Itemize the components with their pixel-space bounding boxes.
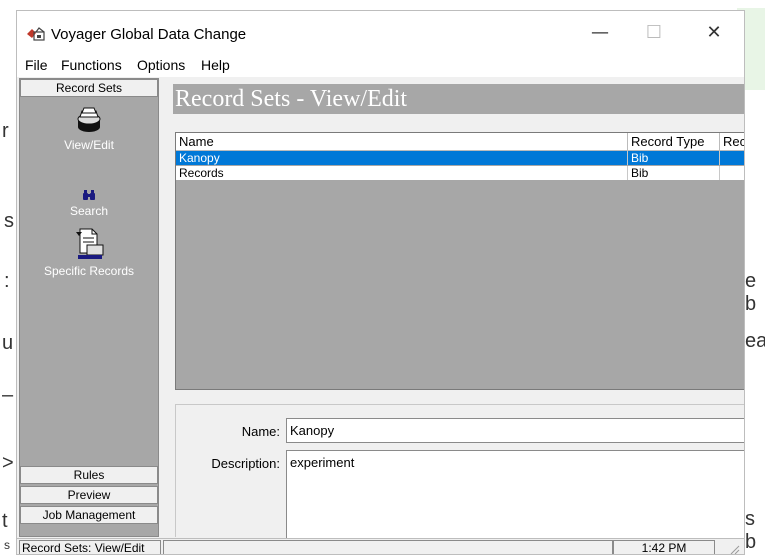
title-bar: Voyager Global Data Change — ☐ ✕	[17, 11, 744, 53]
table-header: Name Record Type Rec	[176, 133, 744, 151]
nav-search[interactable]: Search	[20, 189, 158, 218]
table-row[interactable]: Kanopy Bib	[176, 151, 744, 165]
background-text-5: –	[2, 384, 14, 406]
background-text-3: :	[4, 270, 10, 292]
background-text-11: s	[4, 538, 10, 552]
column-header-name[interactable]: Name	[176, 133, 628, 150]
record-stack-icon	[77, 107, 101, 132]
tab-rules[interactable]: Rules	[20, 466, 158, 484]
app-window: Voyager Global Data Change — ☐ ✕ File Fu…	[16, 10, 745, 555]
app-logo-icon	[27, 27, 45, 41]
nav-view-edit-label: View/Edit	[64, 138, 114, 152]
window-title: Voyager Global Data Change	[51, 26, 247, 43]
tab-record-sets[interactable]: Record Sets	[20, 79, 158, 97]
name-field[interactable]: Kanopy	[286, 418, 744, 443]
tab-preview[interactable]: Preview	[20, 486, 158, 504]
binoculars-icon	[83, 190, 95, 200]
status-text: Record Sets: View/Edit	[19, 540, 161, 554]
column-header-record-type[interactable]: Record Type	[628, 133, 720, 150]
cell-record-type: Bib	[628, 151, 720, 165]
left-nav-panel: Record Sets View/Edit Search Specific Re…	[19, 78, 159, 537]
nav-specific-records[interactable]: Specific Records	[20, 227, 158, 278]
menu-bar: File Functions Options Help	[17, 53, 744, 77]
document-printer-icon	[76, 228, 104, 259]
cell-name: Records	[176, 166, 628, 180]
background-text-7: t	[2, 510, 8, 532]
minimize-button[interactable]: —	[577, 17, 623, 49]
status-panel-empty	[163, 540, 613, 554]
page-title: Record Sets - View/Edit	[175, 86, 408, 112]
record-set-details: Name: Kanopy Description: experiment	[175, 404, 744, 540]
background-text-2: s	[4, 210, 14, 232]
table-row[interactable]: Records Bib	[176, 166, 744, 180]
main-content: Record Sets - View/Edit Name Record Type…	[163, 78, 744, 540]
nav-view-edit[interactable]: View/Edit	[20, 105, 158, 152]
cell-rec	[720, 166, 744, 180]
menu-help[interactable]: Help	[201, 57, 230, 73]
record-sets-table: Name Record Type Rec Kanopy Bib Records …	[175, 132, 744, 390]
background-text-4: u	[2, 332, 14, 354]
page-header: Record Sets - View/Edit	[173, 84, 744, 114]
status-bar: Record Sets: View/Edit 1:42 PM	[17, 538, 744, 555]
background-text-6: >	[2, 452, 14, 474]
menu-file[interactable]: File	[25, 57, 48, 73]
description-label: Description:	[211, 456, 280, 471]
status-time: 1:42 PM	[613, 540, 715, 554]
cell-name: Kanopy	[176, 151, 628, 165]
menu-functions[interactable]: Functions	[61, 57, 122, 73]
close-button[interactable]: ✕	[691, 17, 737, 49]
nav-search-label: Search	[69, 204, 109, 218]
background-text-1: r	[2, 120, 9, 142]
background-text-9: ea	[745, 330, 765, 352]
cell-record-type: Bib	[628, 166, 720, 180]
tab-job-management[interactable]: Job Management	[20, 506, 158, 524]
cell-rec	[720, 151, 744, 165]
description-field[interactable]: experiment	[286, 450, 744, 540]
maximize-button[interactable]: ☐	[631, 17, 677, 49]
menu-options[interactable]: Options	[137, 57, 185, 73]
background-text-8: e b	[745, 270, 757, 315]
resize-grip-icon[interactable]	[728, 543, 740, 555]
name-label: Name:	[241, 424, 280, 439]
nav-specific-records-label: Specific Records	[43, 264, 135, 278]
column-header-rec[interactable]: Rec	[720, 133, 744, 150]
background-text-10: s b	[745, 508, 757, 553]
